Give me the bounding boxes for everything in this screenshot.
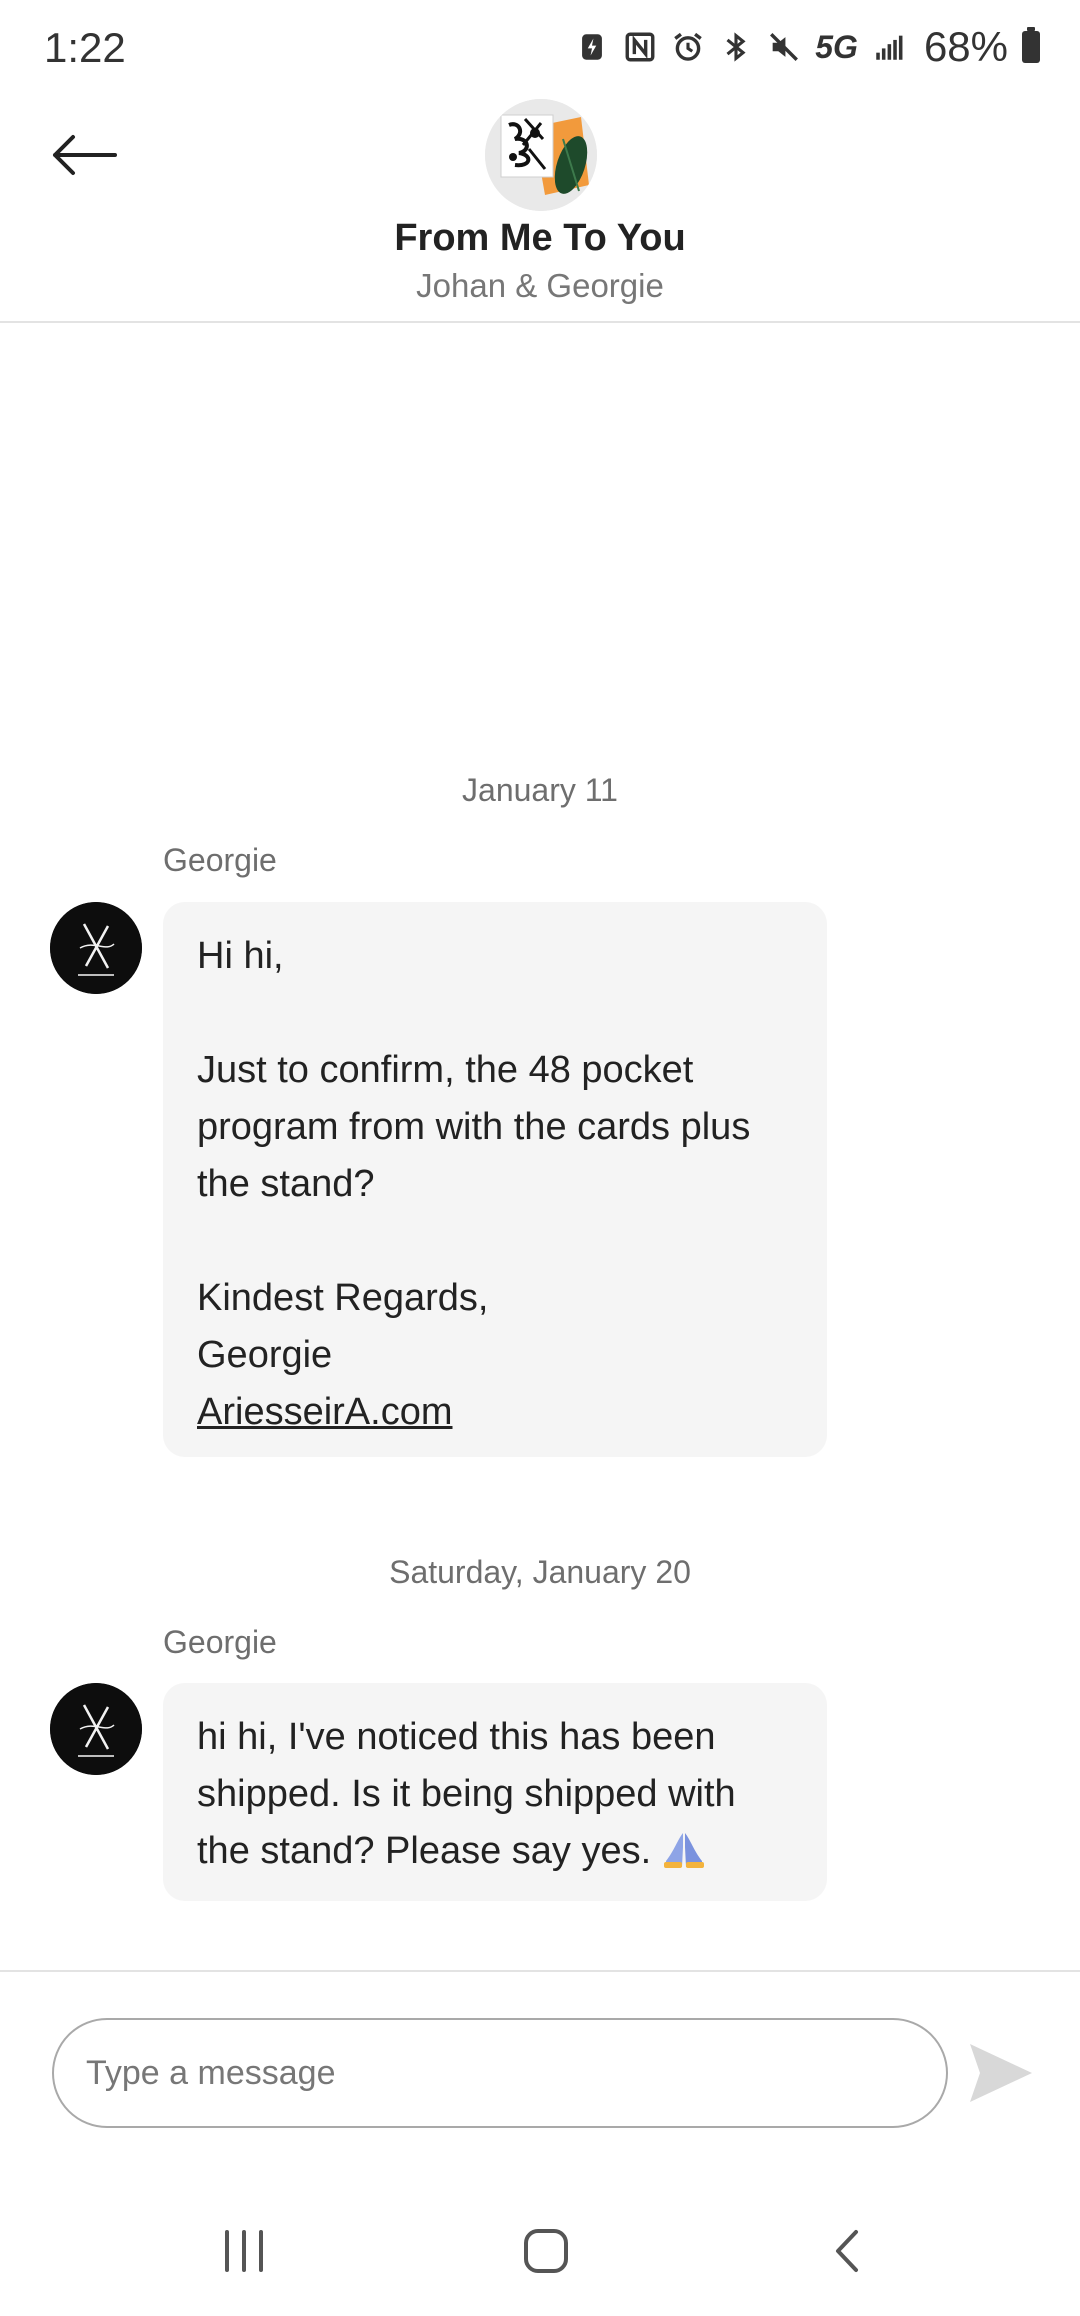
alarm-icon [671,30,705,64]
message-body: Just to confirm, the 48 pocket program f… [197,1049,751,1205]
back-icon [836,2230,858,2272]
message-sign-off: Kindest Regards, [197,1277,489,1319]
message-spacer [197,985,793,1042]
chat-screen: 1:22 5G 68% From Me To You Johan & Georg… [0,0,1080,2316]
arrow-left-icon [53,135,117,175]
sender-avatar[interactable] [50,1683,142,1775]
signal-icon [872,30,906,64]
composer-divider [0,1970,1080,1972]
message-input[interactable] [52,2018,948,2128]
shop-logo-image [485,99,597,211]
home-icon [524,2229,568,2273]
mute-icon [767,30,801,64]
ariesseira-logo-image [50,902,142,994]
status-time: 1:22 [44,24,126,71]
sender-avatar[interactable] [50,902,142,994]
message-greeting: Hi hi, [197,935,284,977]
message-signature: Georgie [197,1334,333,1376]
bluetooth-icon [719,30,753,64]
status-icons: 5G 68% [575,22,1040,72]
recents-icon [225,2230,263,2272]
sender-name: Georgie [163,842,277,878]
shop-name[interactable]: From Me To You [0,217,1080,260]
shop-avatar[interactable] [485,99,597,211]
home-button[interactable] [506,2216,586,2286]
system-nav-bar [0,2196,1080,2316]
conversation-header: From Me To You Johan & Georgie [0,95,1080,323]
nfc-icon [623,30,657,64]
ariesseira-logo-image [50,1683,142,1775]
recents-button[interactable] [204,2216,284,2286]
date-separator: January 11 [462,772,618,808]
send-icon [970,2044,1032,2102]
website-link[interactable]: AriesseirA.com [197,1384,793,1441]
network-type: 5G [815,28,858,65]
system-back-button[interactable] [808,2216,888,2286]
conversation-participants: Johan & Georgie [416,267,664,304]
message-spacer [197,1213,793,1270]
message-bubble: Hi hi, Just to confirm, the 48 pocket pr… [163,902,827,1457]
battery-icon [1022,27,1040,63]
battery-percent: 68% [923,23,1008,70]
date-separator: Saturday, January 20 [389,1554,691,1590]
message-text: hi hi, I've noticed this has been shippe… [197,1716,736,1872]
back-button[interactable] [44,125,124,185]
message-bubble: hi hi, I've noticed this has been shippe… [163,1683,827,1901]
status-bar: 1:22 5G 68% [0,0,1080,95]
folded-hands-icon [663,1833,704,1868]
sender-name: Georgie [163,1624,277,1660]
send-button[interactable] [966,2040,1036,2106]
battery-saver-icon [575,30,609,64]
